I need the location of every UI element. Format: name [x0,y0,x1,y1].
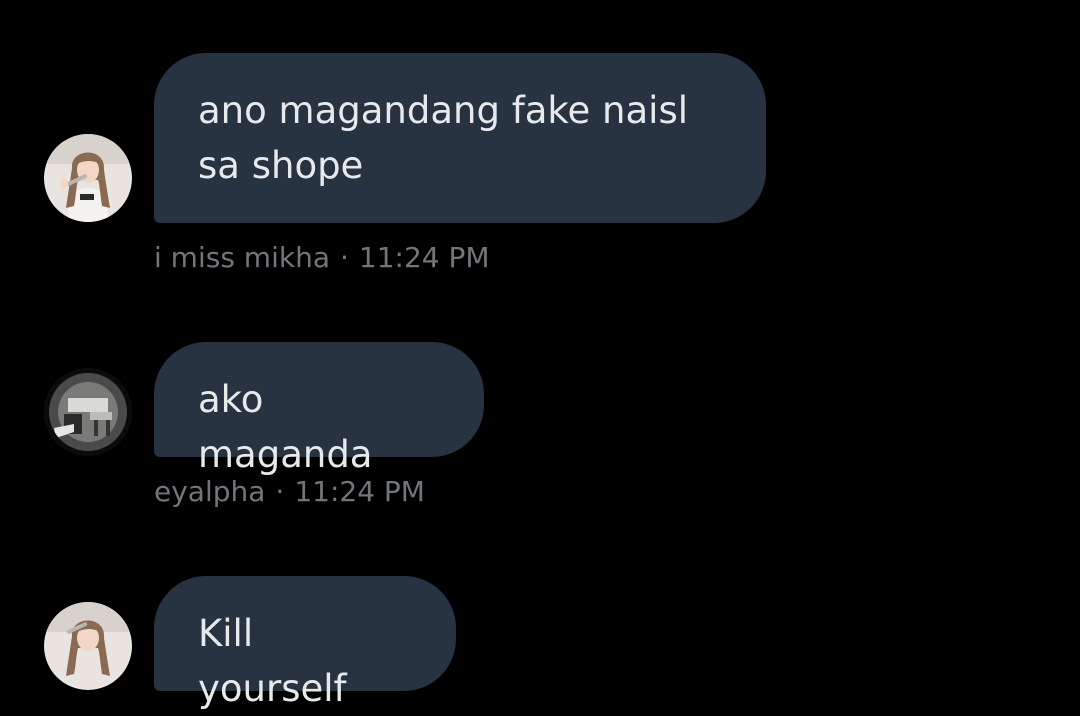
avatar[interactable] [44,602,132,690]
user-avatar-girl-icon [44,602,132,690]
message-item: Kill yourself [0,0,1080,710]
message-text: Kill yourself [198,612,347,710]
message-bubble[interactable]: Kill yourself [154,576,456,710]
